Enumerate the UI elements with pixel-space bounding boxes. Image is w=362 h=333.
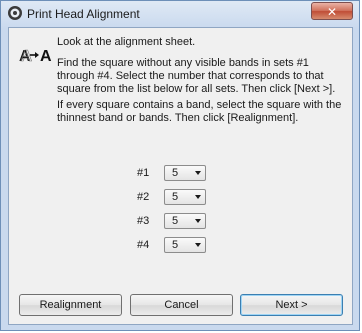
- title-bar[interactable]: Print Head Alignment ✕: [1, 1, 359, 27]
- alignment-aa-icon: A A A: [19, 48, 52, 66]
- select-value: 5: [172, 215, 179, 227]
- dialog-window: Print Head Alignment ✕ A A A Look at the…: [0, 0, 360, 331]
- chevron-down-icon: [195, 219, 201, 223]
- instruction-realign: If every square contains a band, select …: [57, 99, 342, 124]
- close-button[interactable]: ✕: [311, 2, 353, 20]
- instruction-find: Find the square without any visible band…: [57, 57, 336, 95]
- set-3-select[interactable]: 5: [164, 213, 206, 229]
- chevron-down-icon: [195, 195, 201, 199]
- chevron-down-icon: [195, 171, 201, 175]
- select-value: 5: [172, 191, 179, 203]
- set-4-select[interactable]: 5: [164, 237, 206, 253]
- select-value: 5: [172, 239, 179, 251]
- select-value: 5: [172, 167, 179, 179]
- printer-app-icon: [8, 6, 22, 20]
- svg-text:A: A: [21, 48, 33, 65]
- set-label: #2: [137, 191, 150, 203]
- set-label: #3: [137, 215, 150, 227]
- chevron-down-icon: [195, 243, 201, 247]
- set-1-select[interactable]: 5: [164, 165, 206, 181]
- svg-text:A: A: [40, 48, 52, 65]
- instruction-look: Look at the alignment sheet.: [57, 36, 196, 48]
- realignment-button[interactable]: Realignment: [19, 294, 122, 316]
- set-label: #1: [137, 167, 150, 179]
- dialog-content: A A A Look at the alignment sheet. Find …: [8, 27, 353, 325]
- set-label: #4: [137, 239, 150, 251]
- cancel-button[interactable]: Cancel: [130, 294, 233, 316]
- set-2-select[interactable]: 5: [164, 189, 206, 205]
- window-title: Print Head Alignment: [27, 7, 140, 21]
- next-button[interactable]: Next >: [240, 294, 343, 316]
